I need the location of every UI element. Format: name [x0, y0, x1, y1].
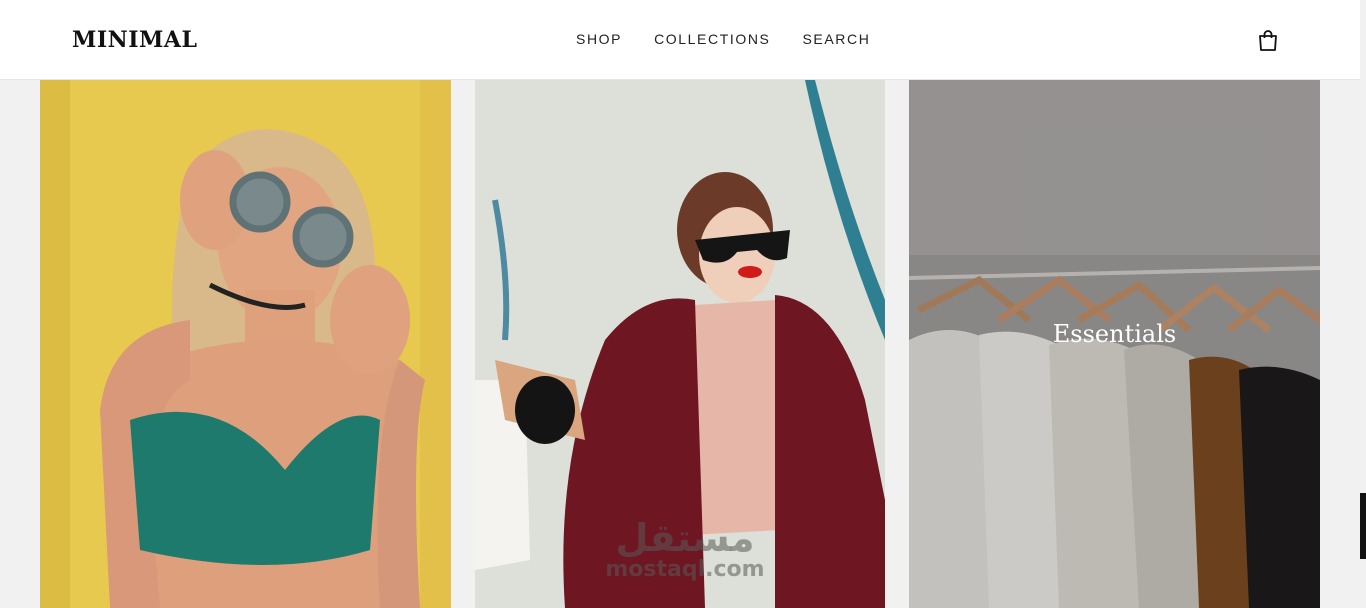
collection-tile-3[interactable]: Essentials	[909, 80, 1320, 608]
site-header: MINIMAL SHOP COLLECTIONS SEARCH	[0, 0, 1360, 80]
nav-shop-link[interactable]: SHOP	[576, 31, 622, 47]
scrollbar-thumb[interactable]	[1360, 493, 1366, 559]
shopping-bag-icon	[1259, 30, 1277, 51]
watermark-logo: مستقل mostaql.com	[600, 518, 770, 582]
watermark-arabic: مستقل	[615, 516, 755, 560]
nav-collections-link[interactable]: COLLECTIONS	[654, 31, 770, 47]
collection-tile-1[interactable]	[40, 80, 451, 608]
tile-1-photo	[40, 80, 451, 608]
watermark-latin: mostaql.com	[605, 557, 765, 582]
brand-logo[interactable]: MINIMAL	[72, 27, 197, 53]
main-nav: SHOP COLLECTIONS SEARCH	[576, 31, 902, 47]
tile-caption: Essentials	[1052, 320, 1177, 348]
nav-search-link[interactable]: SEARCH	[802, 31, 870, 47]
cart-button[interactable]	[1256, 28, 1280, 52]
